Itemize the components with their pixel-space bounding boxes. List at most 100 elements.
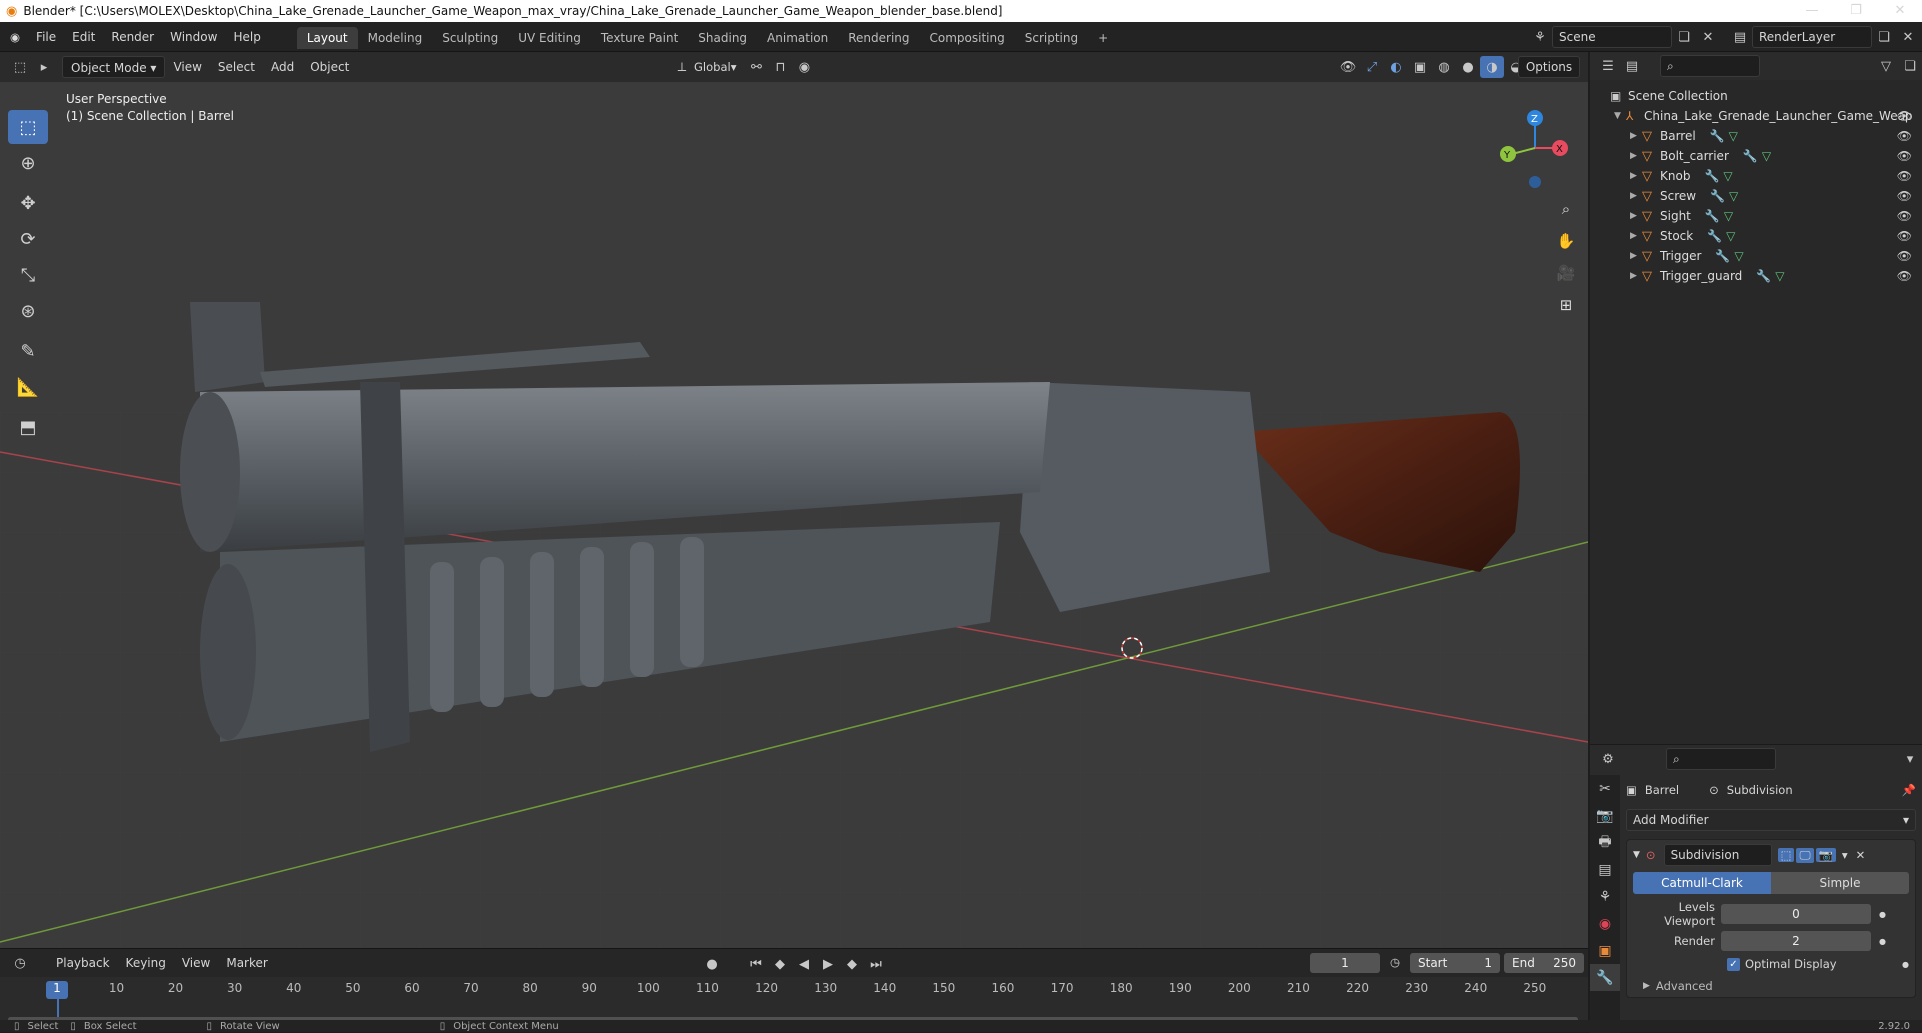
tab-scripting[interactable]: Scripting — [1015, 27, 1088, 49]
proportional-icon[interactable]: ◉ — [792, 56, 816, 78]
tab-modeling[interactable]: Modeling — [358, 27, 433, 49]
xray-icon[interactable]: ▣ — [1408, 56, 1432, 78]
properties-editor-icon[interactable]: ⚙ — [1596, 748, 1620, 770]
options-dropdown[interactable]: Options — [1518, 56, 1580, 78]
keyframe-dot-icon[interactable]: ● — [1902, 960, 1909, 969]
view-layer-tab-icon[interactable]: ▤ — [1590, 856, 1620, 883]
vp-menu-select[interactable]: Select — [210, 56, 263, 78]
pin-icon[interactable]: 📌 — [1902, 783, 1916, 797]
wrench-icon[interactable]: 🔧 — [1705, 209, 1720, 223]
frame-ruler[interactable]: 1 10 20 30 40 50 60 70 80 90 100 110 120 130 140 150 160… — [0, 977, 1588, 1022]
add-workspace-button[interactable]: + — [1088, 27, 1118, 49]
jump-start-icon[interactable]: ⏮ — [744, 953, 768, 975]
view-layer-field[interactable]: RenderLayer — [1752, 26, 1872, 48]
scene-icon[interactable]: ⚘ — [1528, 26, 1552, 48]
gizmo-toggle-icon[interactable]: ⤢ — [1360, 56, 1384, 78]
outliner-item-barrel[interactable]: ▶ ▽ Barrel 🔧 ▽ 👁 — [1590, 126, 1922, 146]
wrench-icon[interactable]: 🔧 — [1707, 229, 1722, 243]
render-toggle-icon[interactable]: 📷 — [1815, 848, 1836, 862]
vp-menu-view[interactable]: View — [165, 56, 209, 78]
tab-compositing[interactable]: Compositing — [920, 27, 1015, 49]
maximize-button[interactable]: ❐ — [1834, 0, 1878, 22]
transform-orientation[interactable]: ⟂ Global ▾ ⚯ ⊓ ◉ — [670, 56, 816, 78]
prev-keyframe-icon[interactable]: ◆ — [768, 953, 792, 975]
expand-triangle-icon[interactable]: ▶ — [1630, 271, 1642, 281]
outliner-item-trigger[interactable]: ▶ ▽ Trigger 🔧 ▽ 👁 — [1590, 246, 1922, 266]
tab-texture-paint[interactable]: Texture Paint — [591, 27, 688, 49]
output-tab-icon[interactable]: 🖶 — [1590, 829, 1620, 856]
select-box-tool[interactable]: ⬚ — [8, 110, 48, 144]
vp-menu-object[interactable]: Object — [302, 56, 357, 78]
move-tool[interactable]: ✥ — [8, 186, 48, 220]
outliner-item-stock[interactable]: ▶ ▽ Stock 🔧 ▽ 👁 — [1590, 226, 1922, 246]
render-tab-icon[interactable]: 📷 — [1590, 802, 1620, 829]
viewport-canvas[interactable]: Z Y X — [0, 52, 1588, 948]
tab-shading[interactable]: Shading — [688, 27, 757, 49]
outliner-scene-collection[interactable]: ▣ Scene Collection — [1590, 86, 1922, 106]
wrench-icon[interactable]: 🔧 — [1715, 249, 1730, 263]
wrench-icon[interactable]: 🔧 — [1743, 149, 1758, 163]
mode-dropdown[interactable]: Object Mode ▾ — [62, 56, 166, 78]
expand-triangle-icon[interactable]: ▶ — [1630, 251, 1642, 261]
timeline-menu-playback[interactable]: Playback — [48, 952, 118, 974]
mesh-data-icon[interactable]: ▽ — [1726, 229, 1735, 243]
properties-search-input[interactable]: ⌕ — [1666, 748, 1776, 770]
levels-viewport-field[interactable]: 0 — [1721, 904, 1871, 924]
outliner-item-bolt-carrier[interactable]: ▶ ▽ Bolt_carrier 🔧 ▽ 👁 — [1590, 146, 1922, 166]
timeline-menu-keying[interactable]: Keying — [118, 952, 174, 974]
modifier-name-input[interactable]: Subdivision — [1663, 844, 1772, 866]
modifier-tab-icon[interactable]: 🔧 — [1590, 964, 1620, 991]
new-collection-icon[interactable]: ❏ — [1898, 55, 1922, 77]
next-keyframe-icon[interactable]: ◆ — [840, 953, 864, 975]
snap-icon[interactable]: ⊓ — [768, 56, 792, 78]
world-tab-icon[interactable]: ◉ — [1590, 910, 1620, 937]
outliner-item-sight[interactable]: ▶ ▽ Sight 🔧 ▽ 👁 — [1590, 206, 1922, 226]
vp-menu-add[interactable]: Add — [263, 56, 302, 78]
menu-help[interactable]: Help — [225, 22, 268, 52]
expand-triangle-icon[interactable]: ▶ — [1630, 151, 1642, 161]
simple-button[interactable]: Simple — [1771, 872, 1909, 894]
eye-icon[interactable]: 👁 — [1897, 209, 1912, 223]
current-frame-field[interactable]: 1 — [1310, 953, 1380, 973]
timeline-menu-marker[interactable]: Marker — [218, 952, 275, 974]
pivot-icon[interactable]: ⚯ — [744, 56, 768, 78]
new-layer-icon[interactable]: ❏ — [1872, 26, 1896, 48]
mesh-data-icon[interactable]: ▽ — [1729, 189, 1738, 203]
scene-tab-icon[interactable]: ⚘ — [1590, 883, 1620, 910]
eye-icon[interactable]: 👁 — [1897, 129, 1912, 143]
solid-shading-icon[interactable]: ● — [1456, 56, 1480, 78]
camera-view-icon[interactable]: 🎥 — [1551, 258, 1581, 288]
render-levels-field[interactable]: 2 — [1721, 931, 1871, 951]
start-frame-field[interactable]: Start 1 — [1410, 953, 1500, 973]
eye-icon[interactable]: 👁 — [1897, 269, 1912, 283]
menu-render[interactable]: Render — [103, 22, 162, 52]
eye-icon[interactable]: 👁 — [1897, 109, 1912, 123]
rotate-tool[interactable]: ⟳ — [8, 222, 48, 256]
outliner-editor-icon[interactable]: ☰ — [1596, 55, 1620, 77]
pan-hand-icon[interactable]: ✋ — [1551, 226, 1581, 256]
modifier-menu-icon[interactable]: ▾ — [1842, 848, 1848, 862]
outliner-collection-row[interactable]: ▼ ⅄ China_Lake_Grenade_Launcher_Game_Wea… — [1590, 106, 1922, 126]
outliner-item-screw[interactable]: ▶ ▽ Screw 🔧 ▽ 👁 — [1590, 186, 1922, 206]
eye-icon[interactable]: 👁 — [1897, 169, 1912, 183]
overlay-icon[interactable]: ◐ — [1384, 56, 1408, 78]
scene-field[interactable]: Scene — [1552, 26, 1672, 48]
menu-edit[interactable]: Edit — [64, 22, 103, 52]
tool-tab-icon[interactable]: ✂ — [1590, 775, 1620, 802]
tab-uv-editing[interactable]: UV Editing — [508, 27, 591, 49]
material-shading-icon[interactable]: ◑ — [1480, 56, 1504, 78]
outliner-item-trigger-guard[interactable]: ▶ ▽ Trigger_guard 🔧 ▽ 👁 — [1590, 266, 1922, 286]
eye-icon[interactable]: 👁 — [1897, 189, 1912, 203]
remove-modifier-icon[interactable]: ✕ — [1856, 848, 1866, 862]
select-mode-icon[interactable]: ▸ — [32, 56, 56, 78]
ortho-grid-icon[interactable]: ⊞ — [1551, 290, 1581, 320]
expand-triangle-icon[interactable]: ▶ — [1630, 171, 1642, 181]
mesh-data-icon[interactable]: ▽ — [1762, 149, 1771, 163]
3d-viewport[interactable]: Z Y X ⬚ ▸ Object Mode ▾ View Select Add … — [0, 52, 1588, 948]
catmull-clark-button[interactable]: Catmull-Clark — [1633, 872, 1771, 894]
jump-end-icon[interactable]: ⏭ — [864, 953, 888, 975]
keyframe-dot-icon[interactable]: ● — [1879, 937, 1886, 946]
add-modifier-dropdown[interactable]: Add Modifier ▾ — [1626, 809, 1916, 831]
collapse-triangle-icon[interactable]: ▼ — [1633, 850, 1640, 860]
expand-triangle-icon[interactable]: ▶ — [1630, 231, 1642, 241]
